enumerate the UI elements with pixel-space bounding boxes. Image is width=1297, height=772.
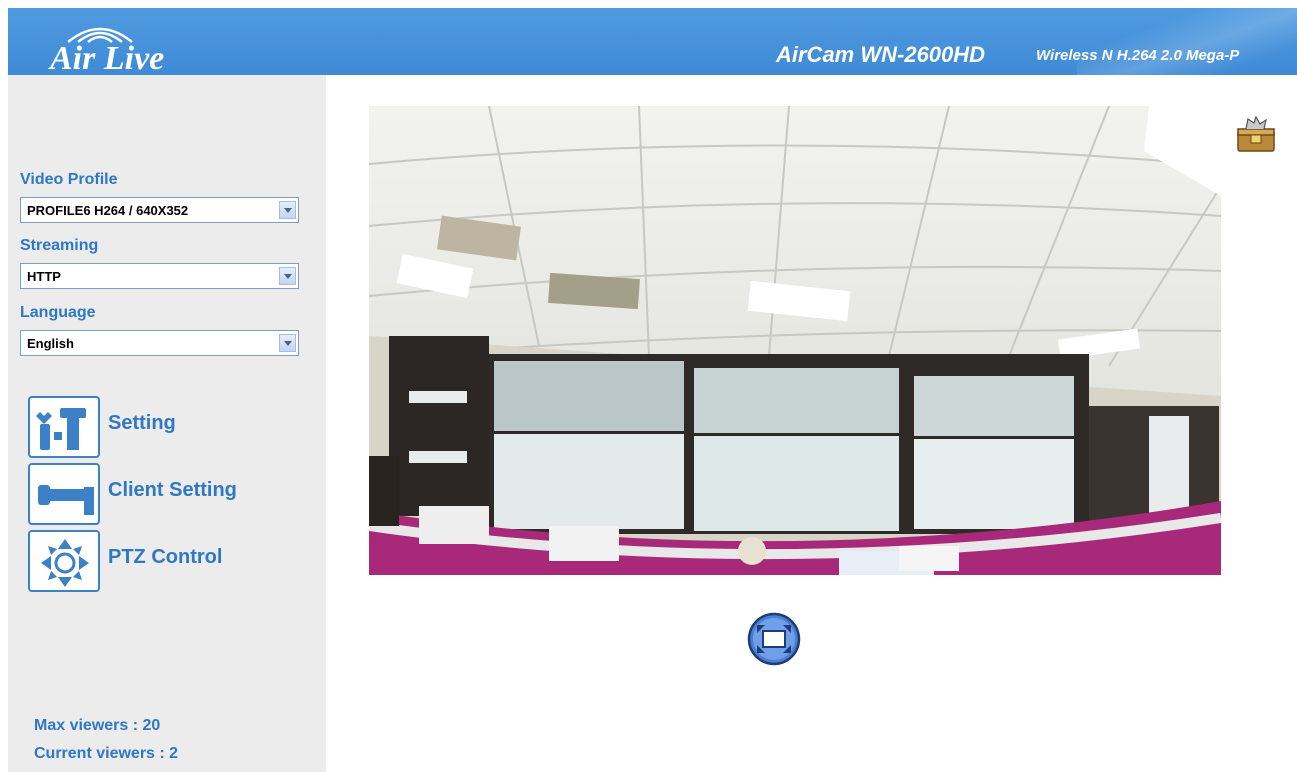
header-highlight [1077,8,1297,75]
setting-label: Setting [108,412,176,434]
video-profile-select[interactable]: PROFILE6 H264 / 640X352 [20,197,299,223]
model-name: AirCam WN-2600HD [776,42,986,67]
camera-live-feed [369,106,1221,575]
logo-text: Air Live [50,40,165,75]
airlive-logo: Air Live [42,22,242,75]
snapshot-button[interactable] [1234,115,1278,155]
current-viewers-text: Current viewers : 2 [34,745,179,762]
tools-icon-box [28,396,100,458]
header-bar: Air Live AirCam WN-2600HD Wireless N H.2… [8,8,1297,75]
ptz-icon-box [28,530,100,592]
chevron-down-icon[interactable] [279,334,296,352]
wrench-icon-box [28,463,100,525]
language-label: Language [20,304,96,321]
wrench-icon [38,485,94,515]
client-setting-button[interactable]: Client Setting [28,463,248,527]
video-profile-value: PROFILE6 H264 / 640X352 [27,203,189,218]
max-viewers-text: Max viewers : 20 [34,717,161,734]
ptz-control-label: PTZ Control [108,546,223,568]
streaming-value: HTTP [27,269,61,284]
live-video-feed[interactable] [369,106,1221,575]
fullscreen-icon [747,612,801,666]
chevron-down-icon[interactable] [279,267,296,285]
language-select[interactable]: English [20,330,299,356]
setting-button[interactable]: Setting [28,396,248,460]
tools-icon [36,408,86,450]
ptz-arrows-icon [41,539,89,587]
video-profile-label: Video Profile [20,171,118,188]
chevron-down-icon[interactable] [279,201,296,219]
fullscreen-button[interactable] [747,612,801,666]
snapshot-toolbox-icon [1237,115,1275,152]
language-value: English [27,336,74,351]
model-subtitle: Wireless N H.264 2.0 Mega-P [1036,47,1240,64]
streaming-label: Streaming [20,237,99,254]
client-setting-label: Client Setting [108,479,237,501]
sidebar: Video Profile PROFILE6 H264 / 640X352 St… [8,75,326,772]
streaming-select[interactable]: HTTP [20,263,299,289]
ptz-control-button[interactable]: PTZ Control [28,530,248,594]
